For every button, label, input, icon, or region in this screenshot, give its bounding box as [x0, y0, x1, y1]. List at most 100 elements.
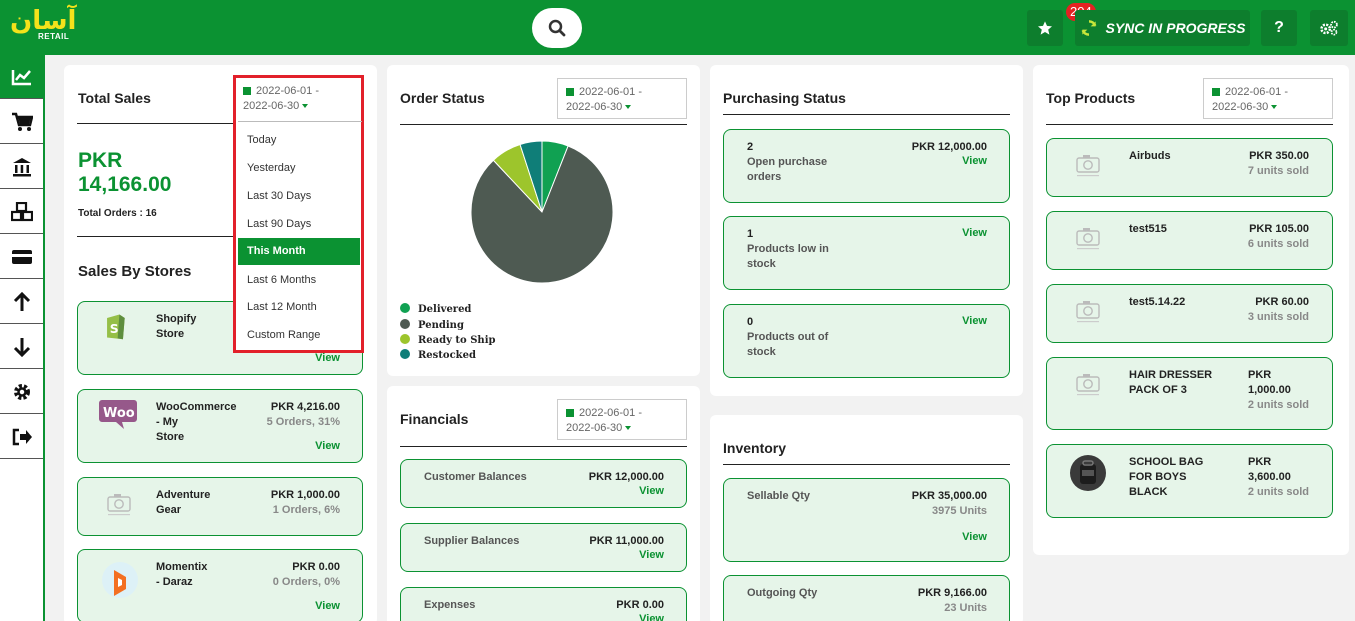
purchasing-row-out-of-stock[interactable]: 0 Products out of stock View: [723, 304, 1010, 378]
financial-amount: PKR 0.00: [616, 599, 664, 611]
sidebar-item-dashboard[interactable]: [0, 55, 43, 99]
svg-text:Woo: Woo: [103, 406, 135, 421]
purchasing-status-card: Purchasing Status 2 Open purchase orders P…: [710, 65, 1023, 396]
product-price: PKR 3,600.00: [1248, 456, 1291, 483]
sidebar-item-accounts[interactable]: [0, 145, 43, 189]
favorites-button[interactable]: [1027, 10, 1063, 46]
calendar-icon: [566, 409, 574, 417]
inventory-view-link[interactable]: View: [962, 531, 987, 543]
settings-button[interactable]: [1310, 10, 1348, 46]
search-button[interactable]: [532, 8, 582, 48]
financial-row-supplier-balances[interactable]: Supplier Balances PKR 11,000.00 View: [400, 523, 687, 572]
date-option-last-90-days[interactable]: Last 90 Days: [238, 211, 360, 238]
store-view-link[interactable]: View: [315, 600, 340, 612]
store-tile-momentix-daraz[interactable]: Momentix - Daraz PKR 0.00 0 Orders, 0% Vi…: [77, 549, 363, 621]
store-view-link[interactable]: View: [315, 440, 340, 452]
financial-view-link[interactable]: View: [639, 549, 664, 561]
product-tile[interactable]: HAIR DRESSER PACK OF 3 PKR 1,000.00 2 unit…: [1046, 357, 1333, 430]
financial-row-customer-balances[interactable]: Customer Balances PKR 12,000.00 View: [400, 459, 687, 508]
boxes-icon: [10, 201, 33, 221]
financials-divider: [400, 446, 687, 447]
product-name: Airbuds: [1129, 150, 1171, 162]
product-sold: 2 units sold: [1247, 399, 1309, 411]
financials-date-range[interactable]: 2022-06-01 -2022-06-30: [557, 399, 687, 440]
purchasing-row-open-orders[interactable]: 2 Open purchase orders PKR 12,000.00 View: [723, 129, 1010, 203]
financial-row-expenses[interactable]: Expenses PKR 0.00 View: [400, 587, 687, 621]
date-option-last-12-month[interactable]: Last 12 Month: [238, 294, 360, 321]
date-option-custom-range[interactable]: Custom Range: [238, 322, 360, 349]
purchasing-info: 1 Products low in stock: [747, 228, 829, 270]
legend-restocked: Restocked: [400, 349, 476, 361]
product-tile[interactable]: test5.14.22 PKR 60.00 3 units sold: [1046, 284, 1333, 343]
purchasing-row-low-stock[interactable]: 1 Products low in stock View: [723, 216, 1010, 290]
financial-amount: PKR 12,000.00: [588, 471, 664, 483]
store-orders: 1 Orders, 6%: [272, 504, 340, 516]
financial-view-link[interactable]: View: [639, 613, 664, 621]
store-amount: PKR 1,000.00: [270, 489, 340, 501]
purchasing-status-title: Purchasing Status: [723, 90, 846, 106]
order-status-date-range[interactable]: 2022-06-01 -2022-06-30: [557, 78, 687, 119]
product-tile[interactable]: SCHOOL BAG FOR BOYS BLACK PKR 3,600.00 2 un…: [1046, 444, 1333, 518]
dropdown-divider: [238, 121, 362, 122]
store-orders: 5 Orders, 31%: [266, 416, 340, 428]
financial-amount: PKR 11,000.00: [589, 535, 664, 547]
order-status-divider: [400, 124, 687, 125]
inventory-row-outgoing[interactable]: Outgoing Qty PKR 9,166.00 23 Units: [723, 575, 1010, 621]
sign-out-icon: [12, 428, 32, 445]
date-range-toggle[interactable]: 2022-06-01 -2022-06-30: [243, 84, 319, 114]
store-amount: PKR 4,216.00: [270, 401, 340, 413]
date-option-last-6-months[interactable]: Last 6 Months: [238, 267, 360, 294]
no-image-icon: [1076, 155, 1100, 177]
calendar-icon: [243, 87, 251, 95]
product-name: test515: [1129, 223, 1167, 235]
svg-text:S: S: [110, 322, 119, 336]
sidebar-item-logout[interactable]: [0, 415, 43, 459]
inventory-row-sellable[interactable]: Sellable Qty PKR 35,000.00 3975 Units Vi…: [723, 478, 1010, 562]
sidebar-item-settings[interactable]: [0, 370, 43, 414]
financial-label: Customer Balances: [424, 471, 527, 483]
store-amount: PKR 0.00: [292, 561, 340, 573]
sales-by-stores-title: Sales By Stores: [78, 263, 192, 280]
purchasing-view-link[interactable]: View: [962, 227, 987, 239]
store-orders: 0 Orders, 0%: [272, 576, 340, 588]
top-products-card: Top Products 2022-06-01 -2022-06-30 Airb…: [1033, 65, 1349, 555]
caret-down-icon: [302, 104, 309, 108]
store-view-link[interactable]: View: [315, 352, 340, 364]
sidebar-item-payments[interactable]: [0, 235, 43, 279]
financial-label: Supplier Balances: [424, 535, 520, 547]
legend-pending: Pending: [400, 319, 464, 331]
store-tile-woocommerce[interactable]: Woo WooCommerce - My Store PKR 4,216.00 5 …: [77, 389, 363, 463]
calendar-icon: [1212, 88, 1220, 96]
product-thumbnail: [1070, 455, 1106, 491]
product-tile[interactable]: test515 PKR 105.00 6 units sold: [1046, 211, 1333, 270]
daraz-logo-icon: [102, 562, 138, 598]
sidebar-item-purchases[interactable]: [0, 280, 43, 324]
purchasing-view-link[interactable]: View: [962, 155, 987, 167]
total-sales-amount: PKR 14,166.00: [78, 149, 171, 197]
sidebar-item-receivings[interactable]: [0, 325, 43, 369]
top-products-date-range[interactable]: 2022-06-01 -2022-06-30: [1203, 78, 1333, 119]
brand-logo[interactable]: آسان RETAIL: [10, 6, 75, 42]
date-option-last-30-days[interactable]: Last 30 Days: [238, 183, 360, 210]
inventory-amount: PKR 9,166.00: [917, 587, 987, 599]
financial-view-link[interactable]: View: [639, 485, 664, 497]
inventory-amount: PKR 35,000.00: [911, 490, 987, 502]
top-products-divider: [1046, 124, 1333, 125]
product-tile[interactable]: Airbuds PKR 350.00 7 units sold: [1046, 138, 1333, 197]
sidebar-item-sales[interactable]: [0, 100, 43, 144]
purchasing-info: 2 Open purchase orders: [747, 141, 828, 183]
help-button[interactable]: ?: [1261, 10, 1297, 46]
bank-icon: [12, 157, 31, 176]
date-range-dropdown[interactable]: 2022-06-01 -2022-06-30 Today Yesterday L…: [233, 75, 364, 353]
product-name: SCHOOL BAG FOR BOYS BLACK: [1129, 456, 1204, 498]
purchasing-view-link[interactable]: View: [962, 315, 987, 327]
legend-swatch: [400, 303, 410, 313]
sync-button[interactable]: SYNC IN PROGRESS: [1075, 10, 1250, 46]
cart-icon: [11, 112, 33, 131]
store-tile-adventure-gear[interactable]: Adventure Gear PKR 1,000.00 1 Orders, 6%: [77, 477, 363, 536]
sidebar-item-inventory[interactable]: [0, 190, 43, 234]
date-option-this-month[interactable]: This Month: [238, 238, 360, 265]
date-option-today[interactable]: Today: [238, 127, 360, 154]
date-option-yesterday[interactable]: Yesterday: [238, 155, 360, 182]
legend-delivered: Delivered: [400, 303, 471, 315]
